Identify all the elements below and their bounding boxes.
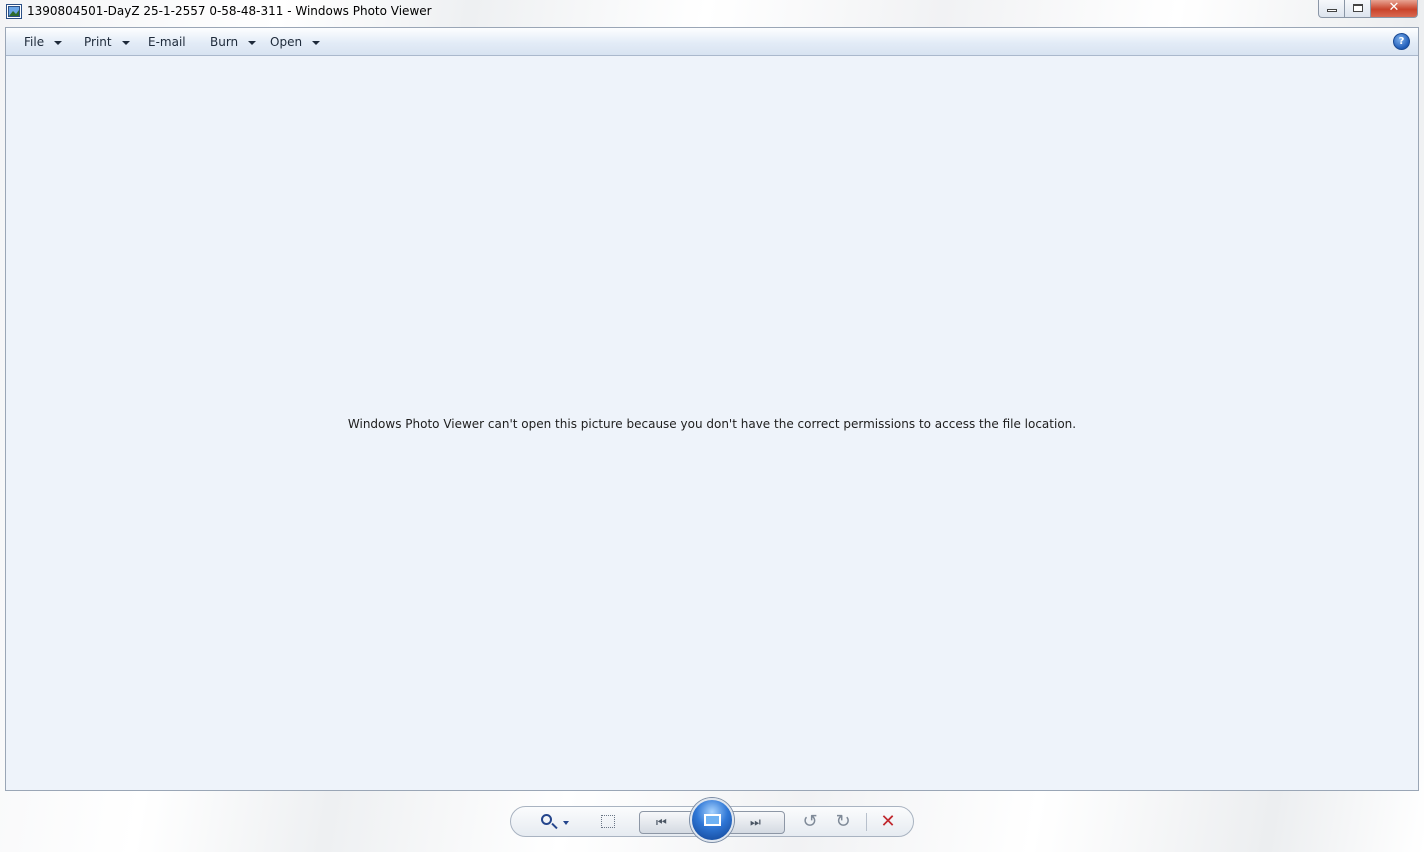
maximize-icon — [1353, 4, 1363, 12]
rotate-right-icon: ↻ — [835, 811, 851, 832]
menu-burn[interactable]: Burn — [210, 35, 257, 49]
actual-size-icon — [601, 815, 615, 828]
chevron-down-icon — [312, 40, 321, 45]
previous-button[interactable]: ⏮ — [656, 812, 674, 833]
rotate-left-button[interactable]: ↺ — [799, 811, 821, 833]
maximize-button[interactable] — [1345, 0, 1371, 18]
image-viewer-area: Windows Photo Viewer can't open this pic… — [6, 56, 1418, 790]
chevron-down-icon — [248, 40, 257, 45]
close-icon: ✕ — [1388, 0, 1400, 15]
rotate-left-icon: ↺ — [802, 811, 818, 832]
slideshow-button[interactable] — [690, 798, 734, 842]
delete-button[interactable]: ✕ — [877, 811, 899, 833]
playback-control-bar: ⏮ ⏭ ↺ ↻ ✕ — [510, 798, 914, 842]
help-icon[interactable]: ? — [1393, 33, 1410, 50]
menu-print-label: Print — [84, 35, 112, 49]
toolbar-divider — [866, 813, 867, 831]
zoom-icon — [541, 814, 552, 825]
menu-burn-label: Burn — [210, 35, 239, 49]
previous-icon: ⏮ — [656, 815, 667, 829]
menu-open-label: Open — [270, 35, 303, 49]
minimize-icon — [1327, 9, 1337, 12]
rotate-right-button[interactable]: ↻ — [832, 811, 854, 833]
minimize-button[interactable] — [1318, 0, 1345, 18]
menu-file-label: File — [24, 35, 45, 49]
slideshow-icon — [704, 814, 721, 826]
chevron-down-icon — [54, 40, 63, 45]
menu-print[interactable]: Print — [84, 35, 130, 49]
window-controls: ✕ — [1318, 0, 1418, 19]
title-bar: 1390804501-DayZ 25-1-2557 0-58-48-311 - … — [0, 0, 1424, 26]
zoom-button[interactable] — [539, 811, 571, 833]
actual-size-button[interactable] — [597, 811, 619, 833]
main-window: File Print E-mail Burn Open ? Windows Ph… — [5, 27, 1419, 791]
next-icon: ⏭ — [750, 815, 761, 829]
photo-viewer-icon[interactable] — [6, 4, 22, 19]
next-button[interactable]: ⏭ — [750, 812, 768, 833]
window-title: 1390804501-DayZ 25-1-2557 0-58-48-311 - … — [27, 4, 432, 18]
delete-icon: ✕ — [880, 811, 896, 832]
menu-file[interactable]: File — [24, 35, 63, 49]
close-button[interactable]: ✕ — [1371, 0, 1418, 18]
chevron-down-icon — [121, 40, 130, 45]
menu-email-label: E-mail — [148, 35, 186, 49]
menu-bar: File Print E-mail Burn Open ? — [6, 28, 1418, 56]
chevron-down-icon — [563, 821, 569, 825]
menu-email[interactable]: E-mail — [148, 35, 186, 49]
menu-open[interactable]: Open — [270, 35, 321, 49]
error-message: Windows Photo Viewer can't open this pic… — [347, 417, 1077, 431]
